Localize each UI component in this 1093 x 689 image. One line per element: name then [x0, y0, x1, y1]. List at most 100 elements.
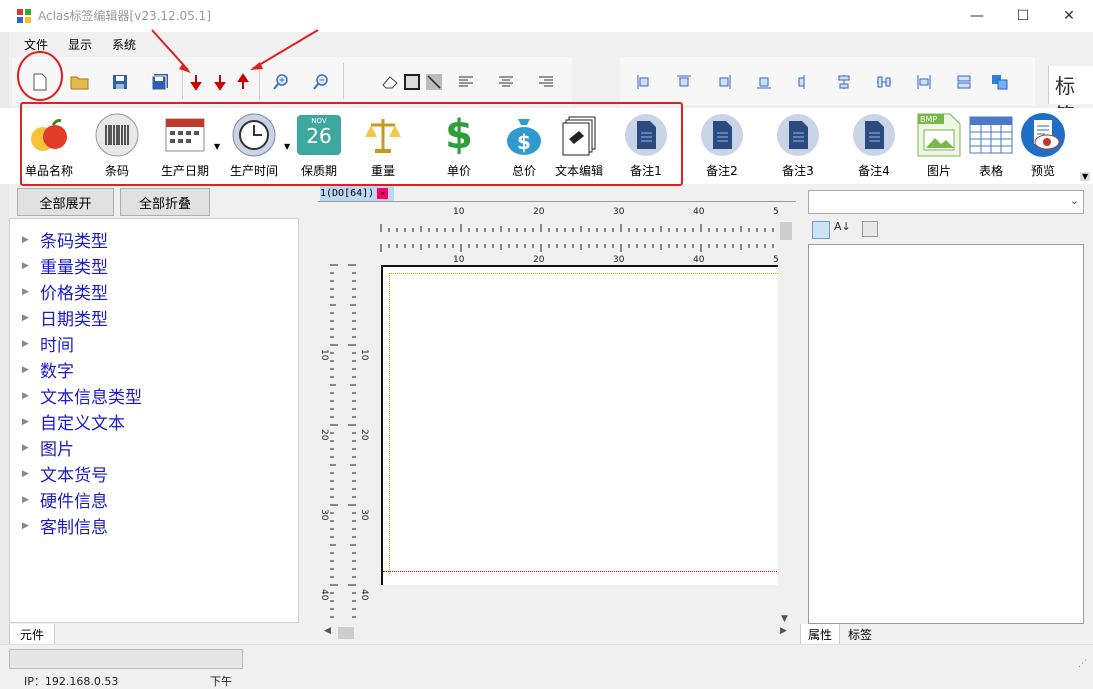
calendar-icon	[162, 112, 208, 158]
sort-alpha-icon[interactable]: A↓	[834, 220, 851, 233]
component-item-image[interactable]: BMP 图片	[911, 112, 967, 179]
label-panel-title: 标签	[1048, 66, 1093, 127]
distribute-horizontal-icon[interactable]	[872, 70, 896, 94]
collapse-all-button[interactable]: 全部折叠	[120, 188, 210, 216]
tree-item[interactable]: ▶ 时间	[22, 331, 74, 356]
component-item-note3[interactable]: 备注3	[770, 112, 826, 179]
calendar-26-icon: NOV 26	[296, 112, 342, 158]
component-item-name[interactable]: 单品名称	[21, 112, 77, 179]
object-select-dropdown[interactable]: ⌄	[808, 190, 1084, 214]
tree-item[interactable]: ▶ 文本货号	[22, 461, 108, 486]
component-item-unit-price[interactable]: $ 单价	[431, 112, 487, 179]
open-folder-button[interactable]	[68, 70, 92, 94]
tree-item[interactable]: ▶ 客制信息	[22, 513, 108, 538]
component-item-preview[interactable]: 预览	[1015, 112, 1071, 179]
component-item-barcode[interactable]: 条码	[89, 112, 145, 179]
minimize-button[interactable]: —	[954, 0, 1000, 32]
ruler-label: 10	[453, 255, 465, 265]
component-item-note1[interactable]: 备注1	[618, 112, 674, 179]
align-left-edge-icon[interactable]	[632, 70, 656, 94]
bring-front-icon[interactable]	[988, 70, 1012, 94]
move-up-button[interactable]	[231, 70, 255, 94]
tree-item[interactable]: ▶ 数字	[22, 357, 74, 382]
menu-file[interactable]: 文件	[24, 36, 48, 53]
tree-item[interactable]: ▶ 重量类型	[22, 253, 108, 278]
expand-arrow-icon: ▶	[22, 312, 29, 323]
zoom-out-icon[interactable]	[309, 70, 333, 94]
scroll-right-icon[interactable]: ▶	[780, 626, 787, 636]
eraser-icon[interactable]	[378, 70, 402, 94]
same-size-icon[interactable]	[952, 70, 976, 94]
dropdown-arrow-icon[interactable]: ▼	[214, 142, 220, 151]
new-file-button[interactable]	[28, 70, 52, 94]
tree-item[interactable]: ▶ 价格类型	[22, 279, 108, 304]
expand-all-button[interactable]: 全部展开	[17, 188, 114, 216]
scroll-thumb[interactable]	[780, 222, 792, 240]
menu-view[interactable]: 显示	[68, 36, 92, 53]
component-tree: ▶ 条码类型 ▶ 重量类型 ▶ 价格类型 ▶ 日期类型 ▶ 时间 ▶ 数字 ▶ 文本信息类型 …	[9, 218, 299, 623]
align-vcenter-icon[interactable]	[792, 70, 816, 94]
tree-item[interactable]: ▶ 自定义文本	[22, 409, 125, 434]
component-item-total-price[interactable]: $ 总价	[496, 112, 552, 179]
tree-item[interactable]: ▶ 条码类型	[22, 227, 108, 252]
save-button[interactable]	[108, 70, 132, 94]
property-grid	[808, 244, 1084, 624]
ruler-label: 30	[319, 509, 329, 521]
same-width-icon[interactable]	[912, 70, 936, 94]
image-icon: BMP	[916, 112, 962, 158]
tab-document[interactable]: 1(DO[64]) ✕	[320, 186, 394, 201]
tab-label[interactable]: 标签	[842, 624, 878, 644]
close-tab-icon[interactable]: ✕	[377, 188, 389, 199]
tab-properties[interactable]: 属性	[800, 624, 840, 645]
save-as-button[interactable]	[148, 70, 172, 94]
preview-icon	[1020, 112, 1066, 158]
rectangle-tool-icon[interactable]	[400, 70, 424, 94]
tree-item[interactable]: ▶ 日期类型	[22, 305, 108, 330]
align-bottom-edge-icon[interactable]	[752, 70, 776, 94]
horizontal-scrollbar[interactable]: ◀ ▶	[318, 625, 796, 641]
align-right-edge-icon[interactable]	[712, 70, 736, 94]
categorized-icon[interactable]	[812, 221, 830, 239]
tab-components[interactable]: 元件	[9, 624, 55, 645]
component-item-weight[interactable]: 重量	[355, 112, 411, 179]
component-item-shelf-life[interactable]: NOV 26 保质期	[291, 112, 347, 179]
tree-item[interactable]: ▶ 文本信息类型	[22, 383, 142, 408]
property-pages-icon[interactable]	[862, 221, 878, 237]
align-left-icon[interactable]	[454, 70, 478, 94]
component-item-note2[interactable]: 备注2	[694, 112, 750, 179]
tree-item[interactable]: ▶ 图片	[22, 435, 74, 460]
ruler-label: 40	[693, 207, 705, 217]
toolbar-overflow-icon[interactable]: ▼	[1080, 172, 1091, 181]
move-down-button[interactable]	[184, 70, 208, 94]
scroll-thumb[interactable]	[338, 627, 354, 639]
align-center-icon[interactable]	[494, 70, 518, 94]
ip-status-text: IP：192.168.0.53	[24, 675, 119, 688]
scroll-left-icon[interactable]: ◀	[324, 626, 331, 636]
align-top-edge-icon[interactable]	[672, 70, 696, 94]
component-item-prod-time[interactable]: 生产时间	[226, 112, 282, 179]
move-down-2-button[interactable]	[208, 70, 232, 94]
component-item-prod-date[interactable]: 生产日期	[157, 112, 213, 179]
tree-item[interactable]: ▶ 硬件信息	[22, 487, 108, 512]
printable-margin	[389, 273, 780, 574]
maximize-button[interactable]: ☐	[1000, 0, 1046, 32]
separator	[259, 63, 260, 99]
ruler-label: 20	[319, 429, 329, 441]
label-canvas[interactable]	[381, 265, 780, 585]
line-tool-icon[interactable]	[422, 70, 446, 94]
ruler-label: 30	[613, 255, 625, 265]
distribute-vertical-icon[interactable]	[832, 70, 856, 94]
resize-grip-icon[interactable]: ⋰	[1078, 659, 1087, 669]
menu-system[interactable]: 系统	[112, 36, 136, 53]
editor-area: 1(DO[64]) ✕ 1020304050102030405010203040…	[318, 186, 796, 644]
component-item-table[interactable]: 表格	[963, 112, 1019, 179]
vertical-scrollbar[interactable]: ▼	[778, 202, 794, 624]
zoom-in-icon[interactable]	[269, 70, 293, 94]
scroll-down-icon[interactable]: ▼	[781, 614, 788, 624]
close-button[interactable]: ✕	[1046, 0, 1092, 32]
component-item-note4[interactable]: 备注4	[846, 112, 902, 179]
component-item-text-edit[interactable]: 文本编辑	[551, 112, 607, 179]
dropdown-arrow-icon[interactable]: ▼	[284, 142, 290, 151]
ruler-label: 40	[693, 255, 705, 265]
align-right-icon[interactable]	[534, 70, 558, 94]
